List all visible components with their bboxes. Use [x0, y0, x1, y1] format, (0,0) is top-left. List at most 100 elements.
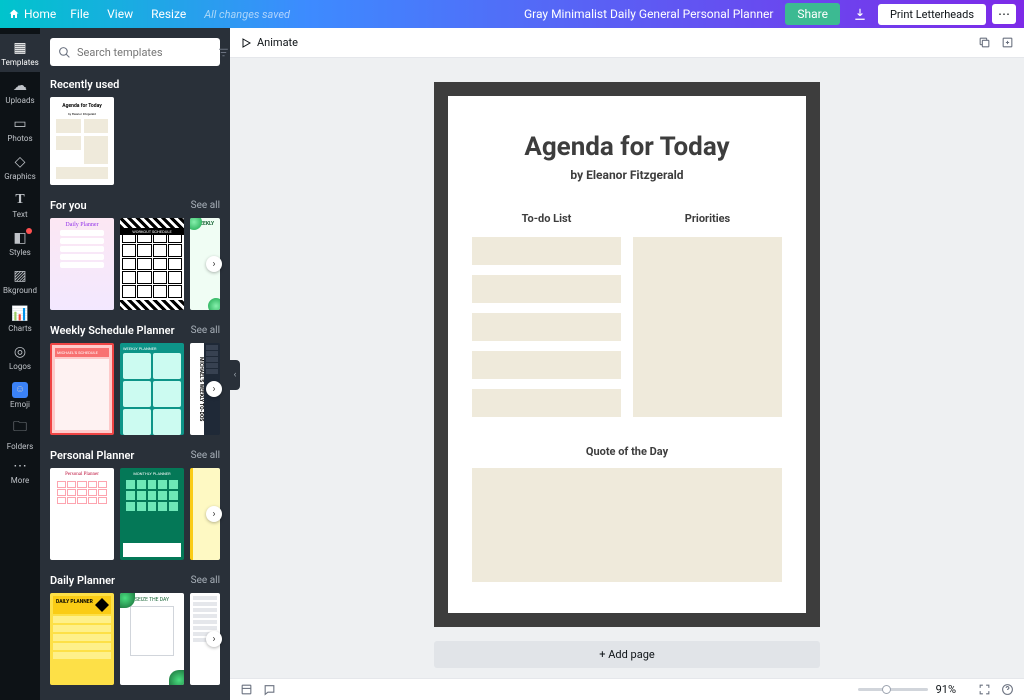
rail-label: More — [11, 476, 29, 485]
help-button[interactable] — [1001, 683, 1014, 696]
folders-icon: 🗀 — [13, 416, 27, 440]
styles-icon: ◧ — [13, 230, 26, 246]
rail-folders[interactable]: 🗀 Folders — [0, 414, 40, 452]
see-all-link[interactable]: See all — [191, 575, 220, 586]
section-title-foryou: For you — [50, 199, 87, 212]
home-label: Home — [24, 7, 56, 21]
more-icon: ⋯ — [998, 7, 1010, 21]
zoom-value[interactable]: 91% — [936, 683, 956, 696]
rail-photos[interactable]: ▭ Photos — [0, 110, 40, 148]
scroll-right-button[interactable]: › — [206, 506, 222, 522]
logos-icon: ◎ — [14, 344, 26, 360]
todo-heading[interactable]: To-do List — [522, 212, 572, 225]
rail-label: Bkground — [3, 286, 37, 295]
rail-emoji[interactable]: ☺ Emoji — [0, 376, 40, 414]
rail-templates[interactable]: ▦ Templates — [0, 34, 40, 72]
rail-label: Folders — [7, 442, 33, 451]
document-title[interactable]: Gray Minimalist Daily General Personal P… — [524, 7, 773, 21]
template-thumb[interactable]: WORKOUT SCHEDULE — [120, 218, 184, 310]
rail-graphics[interactable]: ◇ Graphics — [0, 148, 40, 186]
rail-charts[interactable]: 📊 Charts — [0, 300, 40, 338]
page-1[interactable]: Agenda for Today by Eleanor Fitzgerald T… — [434, 82, 820, 627]
notes-button[interactable] — [263, 683, 276, 696]
scroll-right-button[interactable]: › — [206, 256, 222, 272]
canvas-area[interactable]: Agenda for Today by Eleanor Fitzgerald T… — [230, 58, 1024, 678]
download-button[interactable] — [848, 4, 872, 24]
todo-item[interactable] — [472, 237, 621, 265]
see-all-link[interactable]: See all — [191, 200, 220, 211]
animate-icon — [240, 37, 252, 49]
template-thumb[interactable]: SEIZE THE DAY — [120, 593, 184, 685]
chevron-left-icon: ‹ — [234, 370, 237, 380]
template-thumb[interactable]: Daily Planner — [50, 218, 114, 310]
fullscreen-button[interactable] — [978, 683, 991, 696]
rail-more[interactable]: ⋯ More — [0, 452, 40, 490]
todo-item[interactable] — [472, 351, 621, 379]
add-page-button[interactable]: + Add page — [434, 641, 820, 668]
zoom-slider[interactable] — [858, 688, 928, 691]
rail-styles[interactable]: ◧ Styles — [0, 224, 40, 262]
filter-icon[interactable] — [217, 46, 230, 59]
rail-label: Text — [12, 210, 27, 219]
section-title-recent: Recently used — [50, 78, 119, 91]
file-menu[interactable]: File — [70, 7, 89, 21]
see-all-link[interactable]: See all — [191, 325, 220, 336]
rail-label: Uploads — [5, 96, 34, 105]
styles-badge — [26, 228, 32, 234]
template-thumb[interactable]: Agenda for Today by Eleanor Fitzgerald — [50, 97, 114, 185]
rail-label: Styles — [9, 248, 30, 257]
rail-label: Logos — [9, 362, 31, 371]
print-button[interactable]: Print Letterheads — [878, 4, 986, 25]
graphics-icon: ◇ — [15, 154, 26, 170]
quote-heading[interactable]: Quote of the Day — [586, 445, 668, 458]
quote-box[interactable] — [472, 468, 782, 582]
rail-logos[interactable]: ◎ Logos — [0, 338, 40, 376]
todo-item[interactable] — [472, 313, 621, 341]
view-menu[interactable]: View — [107, 7, 133, 21]
template-thumb[interactable]: WEEKLY PLANNER — [120, 343, 184, 435]
more-button[interactable]: ⋯ — [992, 4, 1016, 24]
more-icon: ⋯ — [13, 458, 27, 474]
rail-uploads[interactable]: ☁ Uploads — [0, 72, 40, 110]
download-icon — [853, 7, 867, 21]
home-button[interactable]: Home — [8, 7, 56, 21]
charts-icon: 📊 — [11, 306, 28, 322]
resize-menu[interactable]: Resize — [151, 7, 186, 21]
rail-text[interactable]: T Text — [0, 186, 40, 224]
scroll-right-button[interactable]: › — [206, 631, 222, 647]
page-title[interactable]: Agenda for Today — [524, 132, 729, 162]
template-thumb[interactable]: DAILY PLANNER — [50, 593, 114, 685]
animate-button[interactable]: Animate — [240, 36, 298, 49]
template-thumb[interactable]: MICHAEL'S SCHEDULE — [50, 343, 114, 435]
section-title-daily: Daily Planner — [50, 574, 115, 587]
collapse-panel-button[interactable]: ‹ — [230, 360, 240, 390]
template-thumb[interactable]: Personal Planner — [50, 468, 114, 560]
uploads-icon: ☁ — [13, 78, 27, 94]
copy-page-button[interactable] — [978, 36, 991, 49]
grid-view-button[interactable] — [240, 683, 253, 696]
templates-panel: Recently used Agenda for Today by Eleano… — [40, 28, 230, 700]
rail-label: Graphics — [4, 172, 36, 181]
animate-label: Animate — [257, 36, 298, 49]
new-page-button[interactable] — [1001, 36, 1014, 49]
rail-background[interactable]: ▨ Bkground — [0, 262, 40, 300]
search-container — [50, 38, 220, 66]
share-button[interactable]: Share — [785, 3, 840, 25]
todo-item[interactable] — [472, 389, 621, 417]
todo-item[interactable] — [472, 275, 621, 303]
scroll-right-button[interactable]: › — [206, 381, 222, 397]
save-status: All changes saved — [204, 8, 290, 21]
priorities-box[interactable] — [633, 237, 782, 417]
text-icon: T — [15, 192, 24, 208]
search-input[interactable] — [77, 46, 217, 59]
page-content[interactable]: Agenda for Today by Eleanor Fitzgerald T… — [448, 96, 806, 613]
section-title-weekly: Weekly Schedule Planner — [50, 324, 175, 337]
see-all-link[interactable]: See all — [191, 450, 220, 461]
home-icon — [8, 8, 20, 20]
section-title-personal: Personal Planner — [50, 449, 134, 462]
priorities-heading[interactable]: Priorities — [685, 212, 730, 225]
page-subtitle[interactable]: by Eleanor Fitzgerald — [570, 168, 683, 182]
template-thumb[interactable]: MONTHLY PLANNER — [120, 468, 184, 560]
background-icon: ▨ — [13, 268, 26, 284]
zoom-slider-thumb[interactable] — [882, 685, 891, 694]
